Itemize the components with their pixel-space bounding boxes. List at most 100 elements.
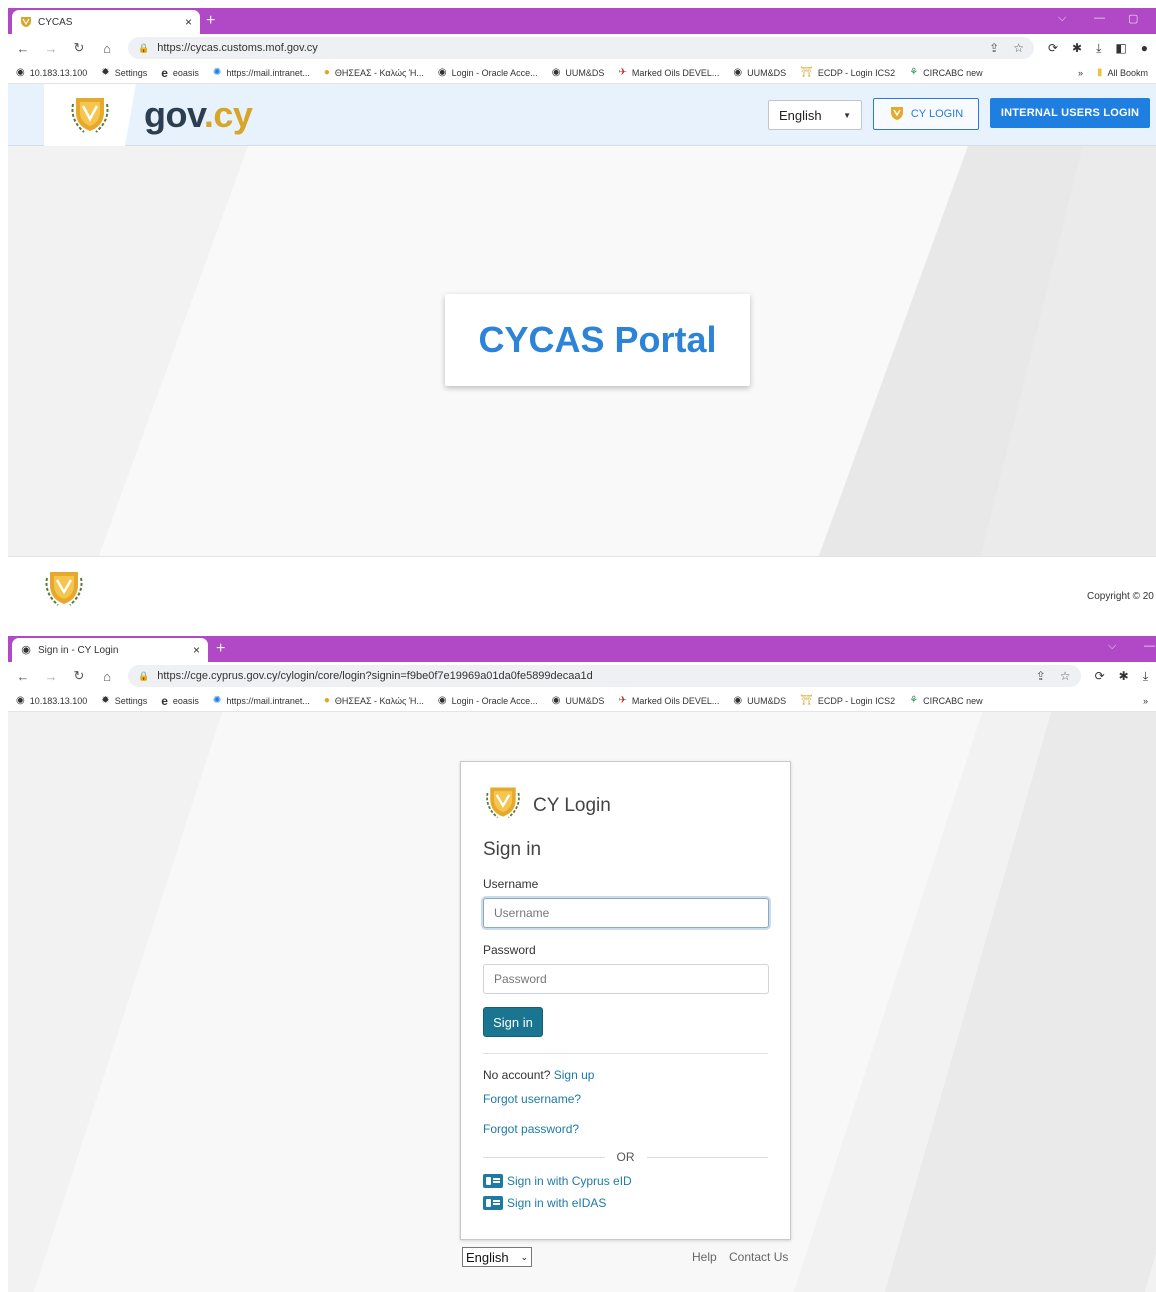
- extensions-puzzle-icon[interactable]: ✱: [1119, 669, 1129, 684]
- site-footer: Copyright © 20: [8, 556, 1156, 628]
- internal-users-login-button[interactable]: INTERNAL USERS LOGIN: [990, 98, 1150, 128]
- cyprus-shield-icon: [20, 16, 32, 28]
- extension-sync-icon[interactable]: ⟳: [1095, 669, 1105, 684]
- share-icon[interactable]: ⇪: [989, 41, 999, 55]
- new-tab-button[interactable]: +: [206, 12, 215, 30]
- forward-icon[interactable]: →: [44, 669, 58, 684]
- bookmark-item[interactable]: ⚘ CIRCABC new: [909, 695, 982, 706]
- bookmark-item[interactable]: ⛩ ECDP - Login ICS2: [800, 67, 895, 78]
- bookmark-star-icon[interactable]: ☆: [1060, 669, 1071, 683]
- chevron-down-icon: ⌄: [520, 1251, 528, 1262]
- bookmark-item[interactable]: ✺ https://mail.intranet...: [213, 67, 310, 78]
- profile-icon[interactable]: ●: [1141, 41, 1148, 56]
- extension-sync-icon[interactable]: ⟳: [1048, 41, 1058, 56]
- bookmark-item[interactable]: e eoasis: [161, 66, 199, 80]
- sign-in-button[interactable]: Sign in: [483, 1007, 543, 1037]
- username-input[interactable]: [483, 898, 769, 928]
- bookmarks-overflow-button[interactable]: »: [1078, 68, 1083, 78]
- bookmarks-overflow-button[interactable]: »: [1143, 696, 1148, 706]
- cyprus-coat-of-arms-icon[interactable]: [44, 84, 136, 146]
- eidas-row[interactable]: Sign in with eIDAS: [483, 1196, 768, 1210]
- new-tab-button[interactable]: +: [216, 640, 225, 658]
- minimize-icon[interactable]: —: [1094, 12, 1105, 24]
- home-icon[interactable]: ⌂: [100, 41, 114, 56]
- divider: [483, 1156, 605, 1158]
- bookmark-item[interactable]: ✹ Settings: [101, 695, 147, 706]
- download-icon[interactable]: ⤓: [1096, 41, 1101, 56]
- bookmark-item[interactable]: ⛩ ECDP - Login ICS2: [800, 695, 895, 706]
- tab-cy-login[interactable]: ◉ Sign in - CY Login ×: [12, 638, 208, 662]
- bookmark-item[interactable]: ◉ UUM&DS: [733, 67, 786, 78]
- bookmark-item[interactable]: e eoasis: [161, 694, 199, 708]
- tab-search-icon[interactable]: ⌵: [1058, 12, 1066, 25]
- cyprus-eid-row[interactable]: Sign in with Cyprus eID: [483, 1174, 768, 1188]
- tab-close-icon[interactable]: ×: [185, 15, 192, 29]
- bookmark-star-icon[interactable]: ☆: [1013, 41, 1024, 55]
- back-icon[interactable]: ←: [16, 669, 30, 684]
- marked-oils-icon: ✈: [618, 67, 627, 78]
- address-bar[interactable]: 🔒 https://cycas.customs.mof.gov.cy ⇪ ☆: [128, 37, 1034, 59]
- bookmark-item[interactable]: ● ΘΗΣΕΑΣ - Καλώς Ή...: [324, 67, 424, 78]
- contact-us-link[interactable]: Contact Us: [729, 1250, 788, 1264]
- bookmark-item[interactable]: ✹ Settings: [101, 67, 147, 78]
- download-icon[interactable]: ⤓: [1143, 669, 1148, 684]
- reload-icon[interactable]: ↻: [72, 668, 86, 684]
- bookmark-item[interactable]: ✈ Marked Oils DEVEL...: [618, 695, 719, 706]
- reload-icon[interactable]: ↻: [72, 40, 86, 56]
- tab-cycas[interactable]: CYCAS ×: [12, 10, 200, 34]
- share-icon[interactable]: ⇪: [1036, 669, 1046, 683]
- forgot-username-link[interactable]: Forgot username?: [483, 1092, 581, 1106]
- minimize-icon[interactable]: —: [1144, 640, 1155, 652]
- help-link[interactable]: Help: [692, 1250, 717, 1264]
- globe-icon: ◉: [437, 67, 447, 78]
- bookmark-item[interactable]: ◉ 10.183.13.100: [16, 695, 87, 706]
- tab-close-icon[interactable]: ×: [193, 643, 200, 657]
- restore-icon[interactable]: ▢: [1128, 12, 1138, 25]
- globe-icon: ◉: [733, 67, 743, 78]
- globe-icon: ◉: [21, 644, 31, 656]
- bookmarks-bar: ◉ 10.183.13.100 ✹ Settings e eoasis ✺ https:…: [8, 690, 1156, 712]
- bookmark-item[interactable]: ✈ Marked Oils DEVEL...: [618, 67, 719, 78]
- edge-icon: e: [161, 65, 168, 80]
- id-card-icon: [483, 1174, 503, 1188]
- cyprus-shield-icon: [889, 105, 905, 124]
- language-select[interactable]: English ▼: [768, 100, 862, 130]
- home-icon[interactable]: ⌂: [100, 669, 114, 684]
- address-bar[interactable]: 🔒 https://cge.cyprus.gov.cy/cylogin/core…: [128, 665, 1081, 687]
- cy-login-button[interactable]: CY LOGIN: [873, 98, 979, 130]
- bookmark-item[interactable]: ⚘ CIRCABC new: [909, 67, 982, 78]
- portal-title-card: CYCAS Portal: [445, 294, 750, 386]
- bookmark-item[interactable]: ◉ UUM&DS: [552, 67, 605, 78]
- globe-icon: ◉: [16, 67, 25, 78]
- theseas-icon: ●: [323, 695, 330, 706]
- gear-icon: ✹: [101, 67, 110, 78]
- side-panel-icon[interactable]: ◧: [1115, 41, 1126, 56]
- tab-search-icon[interactable]: ⌵: [1108, 640, 1116, 653]
- bookmark-item[interactable]: ◉ Login - Oracle Acce...: [438, 67, 538, 78]
- bookmarks-bar: ◉ 10.183.13.100 ✹ Settings e eoasis ✺ https:…: [8, 62, 1156, 84]
- forgot-password-link[interactable]: Forgot password?: [483, 1122, 579, 1136]
- bookmark-item[interactable]: ◉ Login - Oracle Acce...: [438, 695, 538, 706]
- extensions-puzzle-icon[interactable]: ✱: [1072, 41, 1082, 56]
- sign-in-cyprus-eid-link[interactable]: Sign in with Cyprus eID: [507, 1174, 632, 1188]
- bookmark-item[interactable]: ✺ https://mail.intranet...: [213, 695, 310, 706]
- bookmark-item[interactable]: ◉ UUM&DS: [733, 695, 786, 706]
- password-input[interactable]: [483, 964, 769, 994]
- marked-oils-icon: ✈: [618, 695, 627, 706]
- toolbar: ← → ↻ ⌂ 🔒 https://cycas.customs.mof.gov.…: [8, 34, 1156, 62]
- forward-icon[interactable]: →: [44, 41, 58, 56]
- login-page: CY Login Sign in Username Password Sign …: [8, 712, 1156, 1292]
- govcy-logo-text[interactable]: gov.cy: [144, 94, 253, 136]
- bookmark-item[interactable]: ● ΘΗΣΕΑΣ - Καλώς Ή...: [324, 695, 424, 706]
- sign-up-link[interactable]: Sign up: [554, 1068, 595, 1082]
- language-select[interactable]: English ⌄: [462, 1247, 532, 1267]
- bookmark-item[interactable]: ◉ 10.183.13.100: [16, 67, 87, 78]
- url-text: https://cycas.customs.mof.gov.cy: [157, 42, 318, 54]
- sign-in-eidas-link[interactable]: Sign in with eIDAS: [507, 1196, 606, 1210]
- no-account-row: No account? Sign up: [483, 1068, 768, 1082]
- all-bookmarks-folder[interactable]: ▮ All Bookm: [1097, 67, 1148, 78]
- divider: [646, 1156, 768, 1158]
- bookmark-item[interactable]: ◉ UUM&DS: [552, 695, 605, 706]
- back-icon[interactable]: ←: [16, 41, 30, 56]
- globe-icon: ◉: [437, 695, 447, 706]
